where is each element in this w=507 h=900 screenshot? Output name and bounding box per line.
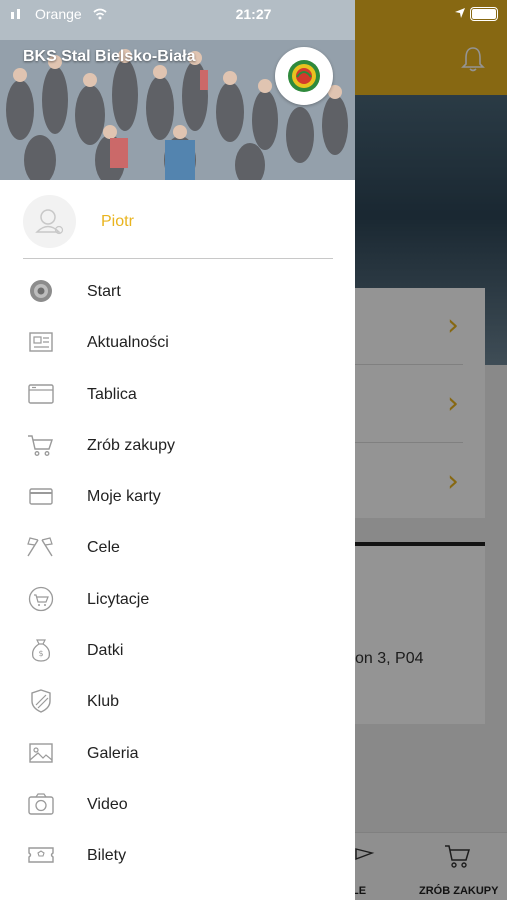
menu-item-label: Datki [87,642,124,660]
menu-item-news[interactable]: Aktualności [0,317,355,368]
status-bar: Orange 21:27 [0,0,507,28]
drawer-menu: Start Aktualności Tablica Zrób zakupy Mo… [0,266,355,882]
menu-item-donations[interactable]: $ Datki [0,625,355,676]
menu-item-club[interactable]: Klub [0,676,355,727]
menu-item-cards[interactable]: Moje karty [0,471,355,522]
menu-item-label: Licytacje [87,590,150,608]
navigation-drawer: BKS Stal Bielsko-Biała Piotr Start Aktua… [0,0,355,900]
menu-item-label: Video [87,795,128,813]
user-profile[interactable]: Piotr [23,195,333,250]
shopping-cart-icon [28,435,53,456]
club-crest-icon [30,280,52,302]
menu-item-shop[interactable]: Zrób zakupy [0,420,355,471]
auction-icon [28,586,54,611]
money-bag-icon: $ [31,639,51,662]
menu-item-label: Zrób zakupy [87,436,176,454]
menu-item-label: Tablica [87,385,137,403]
menu-item-label: Start [87,283,121,300]
clock: 21:27 [235,6,272,22]
menu-item-start[interactable]: Start [0,266,355,317]
menu-item-label: Bilety [87,847,127,865]
battery-icon [470,7,498,21]
flags-icon [27,537,53,557]
newspaper-icon [29,332,53,352]
club-logo[interactable] [275,47,333,105]
user-name[interactable]: Piotr [101,213,134,231]
location-arrow-icon [455,8,465,18]
camera-icon [28,793,54,815]
menu-item-gallery[interactable]: Galeria [0,728,355,779]
shield-icon [31,689,51,714]
menu-item-label: Cele [87,539,120,557]
menu-item-label: Galeria [87,744,139,762]
menu-item-auctions[interactable]: Licytacje [0,574,355,625]
menu-item-label: Klub [87,693,120,711]
divider [23,258,333,259]
club-crest-icon [288,60,320,92]
avatar[interactable] [23,195,76,248]
menu-item-label: Moje karty [87,488,161,506]
card-icon [29,488,53,505]
menu-item-video[interactable]: Video [0,779,355,830]
user-icon [35,209,64,235]
club-name: BKS Stal Bielsko-Biała [23,48,196,65]
menu-item-tickets[interactable]: Bilety [0,830,355,881]
ticket-icon [28,847,54,863]
menu-item-board[interactable]: Tablica [0,369,355,420]
image-icon [29,742,53,763]
menu-item-label: Aktualności [87,334,169,352]
board-icon [28,383,54,404]
menu-item-goals[interactable]: Cele [0,522,355,573]
svg-text:$: $ [38,649,43,658]
